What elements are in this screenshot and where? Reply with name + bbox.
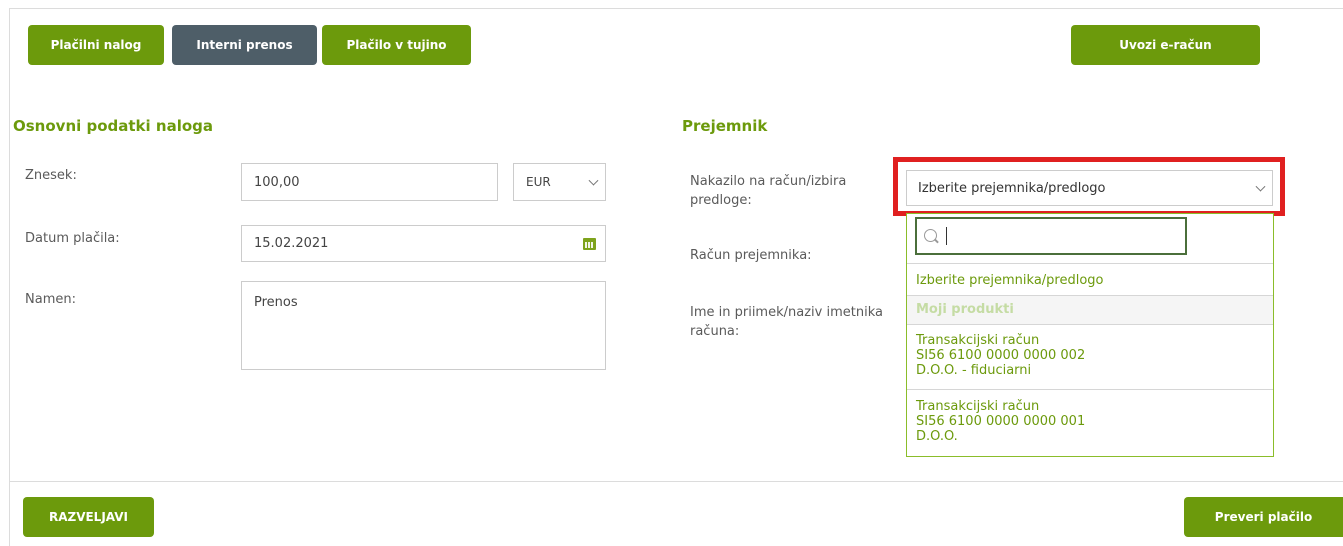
recipient-account-label: Račun prejemnika: [690,248,812,263]
import-einvoice-button[interactable]: Uvozi e-račun [1071,25,1260,65]
tab-domestic-payment[interactable]: Plačilni nalog [28,25,164,65]
divider [907,324,1273,325]
payment-date-value: 15.02.2021 [254,236,329,251]
amount-value: 100,00 [254,174,300,190]
dropdown-option[interactable]: Transakcijski račun SI56 6100 0000 0000 … [907,399,1273,444]
option-holder: D.O.O. - fiduciarni [916,363,1032,378]
basic-data-title: Osnovni podatki naloga [13,117,214,135]
chevron-down-icon [588,175,599,186]
recipient-dropdown: Izberite prejemnika/predlogo Moji produk… [906,213,1274,457]
calendar-icon[interactable] [583,238,596,250]
amount-label: Znesek: [25,168,77,183]
divider [907,263,1273,264]
search-icon [924,229,937,242]
option-account-type: Transakcijski račun [916,399,1040,414]
purpose-value: Prenos [254,295,298,310]
divider [907,389,1273,390]
footer-divider [9,481,1343,482]
text-caret [946,227,947,245]
account-holder-label: Ime in priimek/naziv imetnika računa: [690,305,883,339]
option-account-type: Transakcijski račun [916,333,1040,348]
dropdown-group-label: Moji produkti [907,296,1273,324]
dropdown-search-input[interactable] [915,217,1187,255]
recipient-title: Prejemnik [682,117,768,135]
purpose-textarea[interactable]: Prenos [241,281,606,370]
currency-select[interactable]: EUR [513,163,606,201]
currency-value: EUR [526,175,551,189]
option-iban: SI56 6100 0000 0000 002 [916,348,1086,363]
purpose-label: Namen: [25,292,76,307]
tab-internal-transfer[interactable]: Interni prenos [172,25,317,65]
tab-foreign-payment[interactable]: Plačilo v tujino [322,25,471,65]
payment-date-input[interactable]: 15.02.2021 [241,225,606,262]
undo-button[interactable]: RAZVELJAVI [23,497,154,537]
dropdown-option[interactable]: Transakcijski račun SI56 6100 0000 0000 … [907,333,1273,378]
option-holder: D.O.O. [916,429,958,444]
transfer-label: Nakazilo na račun/izbira predloge: [690,174,847,208]
option-iban: SI56 6100 0000 0000 001 [916,414,1086,429]
amount-input[interactable]: 100,00 [241,163,498,201]
check-payment-button[interactable]: Preveri plačilo [1184,497,1343,537]
dropdown-option-placeholder[interactable]: Izberite prejemnika/predlogo [907,273,1273,288]
payment-date-label: Datum plačila: [25,231,120,246]
highlight-box [893,157,1285,216]
